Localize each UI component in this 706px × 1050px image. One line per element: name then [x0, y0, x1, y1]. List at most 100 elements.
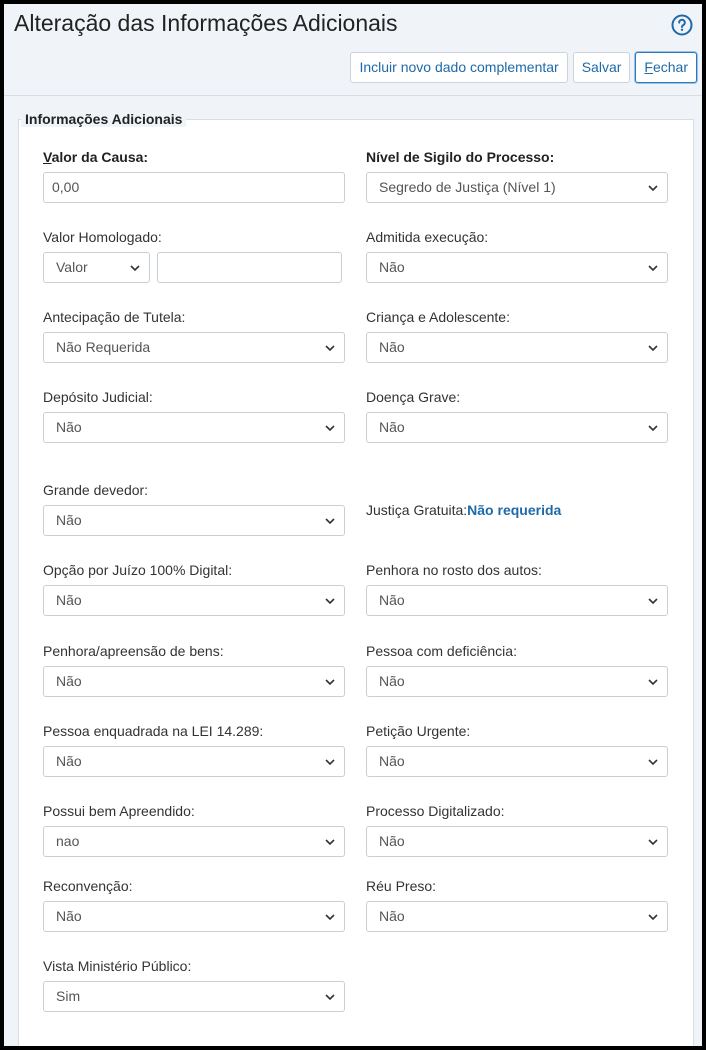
- penhora-rosto-label: Penhora no rosto dos autos:: [366, 562, 542, 578]
- justica-gratuita-link[interactable]: Não requerida: [467, 502, 561, 518]
- valor-causa-label: Valor da Causa:: [43, 148, 345, 166]
- chevron-down-icon: [325, 839, 335, 846]
- grande-devedor-label: Grande devedor:: [43, 482, 149, 498]
- help-circle-icon[interactable]: [671, 14, 693, 36]
- penhora-bens-field: Penhora/apreensão de bens: Não: [43, 642, 345, 697]
- doenca-grave-value: Não: [379, 419, 405, 435]
- chevron-down-icon: [648, 265, 658, 272]
- antecipacao-tutela-label: Antecipação de Tutela:: [43, 309, 186, 325]
- pessoa-deficiencia-select[interactable]: Não: [366, 666, 668, 697]
- bem-apreendido-label: Possui bem Apreendido:: [43, 803, 195, 819]
- doenca-grave-select[interactable]: Não: [366, 412, 668, 443]
- reconvencao-select[interactable]: Não: [43, 901, 345, 932]
- close-button-accesskey: F: [644, 59, 653, 75]
- antecipacao-tutela-field: Antecipação de Tutela: Não Requerida: [43, 308, 345, 363]
- admitida-execucao-label: Admitida execução:: [366, 229, 489, 245]
- processo-digitalizado-label: Processo Digitalizado:: [366, 803, 505, 819]
- nivel-sigilo-value: Segredo de Justiça (Nível 1): [379, 179, 556, 195]
- fieldset-legend: Informações Adicionais: [21, 111, 187, 127]
- reu-preso-label: Réu Preso:: [366, 878, 437, 894]
- chevron-down-icon: [648, 345, 658, 352]
- juizo-digital-label: Opção por Juízo 100% Digital:: [43, 562, 233, 578]
- chevron-down-icon: [648, 914, 658, 921]
- processo-digitalizado-select[interactable]: Não: [366, 826, 668, 857]
- peticao-urgente-label: Petição Urgente:: [366, 723, 471, 739]
- chevron-down-icon: [130, 265, 140, 272]
- reu-preso-value: Não: [379, 908, 405, 924]
- valor-causa-input[interactable]: 0,00: [43, 172, 345, 203]
- grande-devedor-select[interactable]: Não: [43, 505, 345, 536]
- crianca-adolescente-field: Criança e Adolescente: Não: [366, 308, 668, 363]
- admitida-execucao-select[interactable]: Não: [366, 252, 668, 283]
- penhora-bens-label: Penhora/apreensão de bens:: [43, 643, 224, 659]
- processo-digitalizado-field: Processo Digitalizado: Não: [366, 802, 668, 857]
- valor-homologado-field: Valor Homologado: Valor: [43, 228, 345, 283]
- nivel-sigilo-select[interactable]: Segredo de Justiça (Nível 1): [366, 172, 668, 203]
- admitida-execucao-field: Admitida execução: Não: [366, 228, 668, 283]
- vista-mp-select[interactable]: Sim: [43, 981, 345, 1012]
- peticao-urgente-field: Petição Urgente: Não: [366, 722, 668, 777]
- lei-14289-label: Pessoa enquadrada na LEI 14.289:: [43, 723, 264, 739]
- justica-gratuita-text: Justiça Gratuita:Não requerida: [366, 501, 668, 519]
- close-button-label: echar: [652, 59, 688, 75]
- valor-causa-label-text: alor da Causa:: [51, 149, 149, 165]
- justica-gratuita-field: Justiça Gratuita:Não requerida: [366, 501, 668, 519]
- reconvencao-field: Reconvenção: Não: [43, 877, 345, 932]
- deposito-judicial-select[interactable]: Não: [43, 412, 345, 443]
- chevron-down-icon: [325, 914, 335, 921]
- crianca-adolescente-label: Criança e Adolescente:: [366, 309, 510, 325]
- doenca-grave-label: Doença Grave:: [366, 389, 461, 405]
- penhora-rosto-field: Penhora no rosto dos autos: Não: [366, 561, 668, 616]
- bem-apreendido-value: nao: [56, 833, 80, 849]
- valor-homologado-input[interactable]: [157, 252, 342, 283]
- chevron-down-icon: [325, 345, 335, 352]
- grande-devedor-field: Grande devedor: Não: [43, 481, 345, 536]
- chevron-down-icon: [648, 185, 658, 192]
- reconvencao-label: Reconvenção:: [43, 878, 133, 894]
- juizo-digital-field: Opção por Juízo 100% Digital: Não: [43, 561, 345, 616]
- deposito-judicial-label: Depósito Judicial:: [43, 389, 153, 405]
- justica-gratuita-label: Justiça Gratuita:: [366, 502, 468, 518]
- penhora-rosto-value: Não: [379, 592, 405, 608]
- valor-causa-field: Valor da Causa: 0,00: [43, 148, 345, 203]
- admitida-execucao-value: Não: [379, 259, 405, 275]
- peticao-urgente-select[interactable]: Não: [366, 746, 668, 777]
- include-complementary-data-button[interactable]: Incluir novo dado complementar: [350, 52, 568, 83]
- deposito-judicial-value: Não: [56, 419, 82, 435]
- bem-apreendido-field: Possui bem Apreendido: nao: [43, 802, 345, 857]
- chevron-down-icon: [648, 598, 658, 605]
- valor-homologado-type-value: Valor: [56, 259, 88, 275]
- penhora-rosto-select[interactable]: Não: [366, 585, 668, 616]
- valor-homologado-type-select[interactable]: Valor: [43, 252, 150, 283]
- lei-14289-select[interactable]: Não: [43, 746, 345, 777]
- chevron-down-icon: [648, 839, 658, 846]
- save-button[interactable]: Salvar: [572, 52, 631, 83]
- vista-mp-field: Vista Ministério Público: Sim: [43, 957, 345, 1012]
- lei-14289-value: Não: [56, 753, 82, 769]
- juizo-digital-value: Não: [56, 592, 82, 608]
- chevron-down-icon: [648, 425, 658, 432]
- antecipacao-tutela-select[interactable]: Não Requerida: [43, 332, 345, 363]
- page-title: Alteração das Informações Adicionais: [14, 10, 398, 36]
- antecipacao-tutela-value: Não Requerida: [56, 339, 151, 355]
- chevron-down-icon: [648, 759, 658, 766]
- juizo-digital-select[interactable]: Não: [43, 585, 345, 616]
- valor-homologado-label: Valor Homologado:: [43, 229, 162, 245]
- valor-causa-accesskey: V: [43, 149, 52, 165]
- reu-preso-select[interactable]: Não: [366, 901, 668, 932]
- pessoa-deficiencia-label: Pessoa com deficiência:: [366, 643, 517, 659]
- penhora-bens-value: Não: [56, 673, 82, 689]
- dialog-window: Alteração das Informações Adicionais Inc…: [4, 4, 702, 1046]
- crianca-adolescente-select[interactable]: Não: [366, 332, 668, 363]
- close-button[interactable]: Fechar: [635, 52, 697, 83]
- vista-mp-value: Sim: [56, 988, 81, 1004]
- valor-homologado-row: Valor: [43, 252, 345, 283]
- penhora-bens-select[interactable]: Não: [43, 666, 345, 697]
- peticao-urgente-value: Não: [379, 753, 405, 769]
- chevron-down-icon: [648, 679, 658, 686]
- crianca-adolescente-value: Não: [379, 339, 405, 355]
- toolbar: Incluir novo dado complementar Salvar Fe…: [350, 52, 697, 83]
- deposito-judicial-field: Depósito Judicial: Não: [43, 388, 345, 443]
- bem-apreendido-select[interactable]: nao: [43, 826, 345, 857]
- chevron-down-icon: [325, 679, 335, 686]
